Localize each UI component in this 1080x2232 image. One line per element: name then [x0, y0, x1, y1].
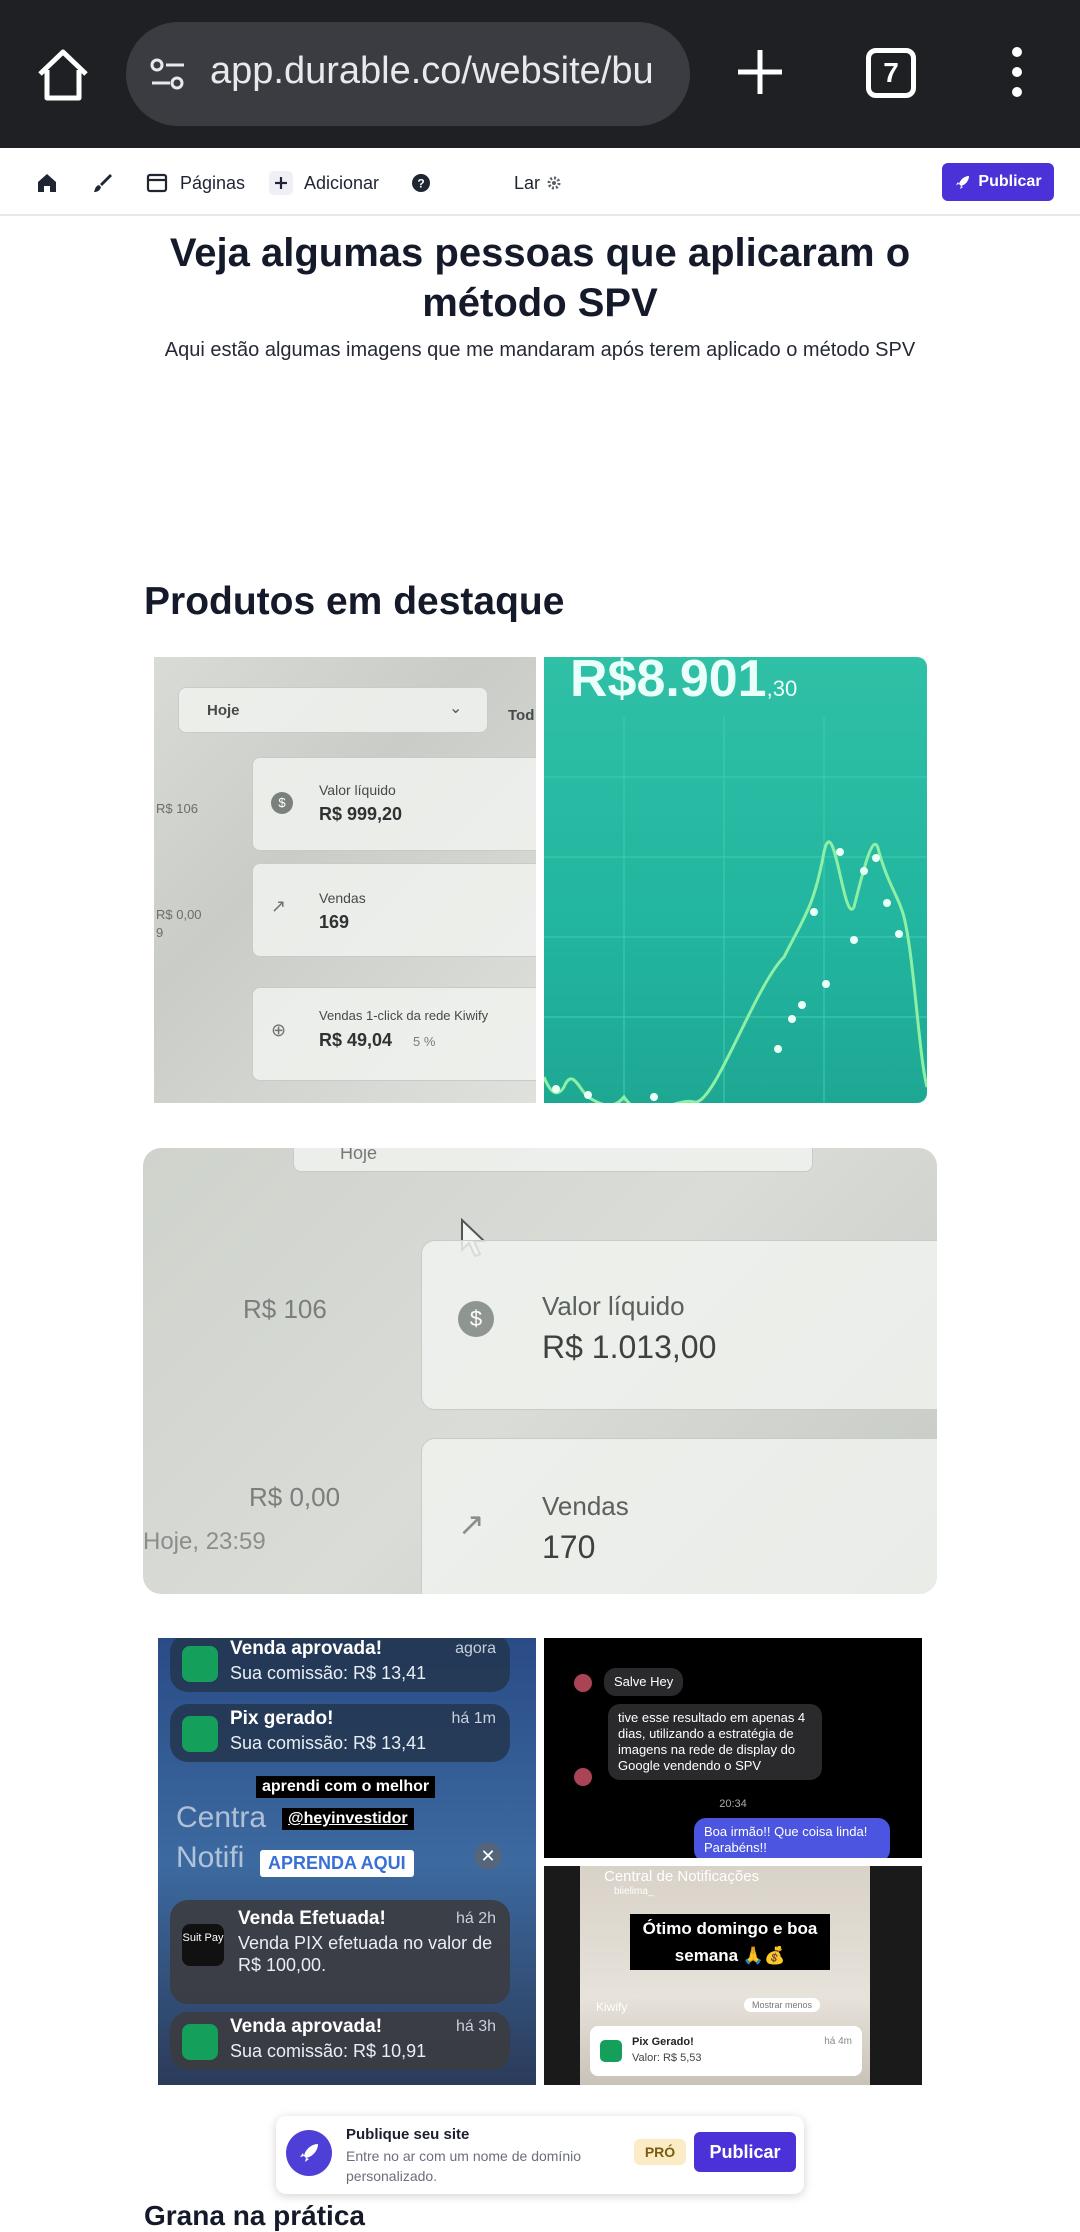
editor-toolbar: Páginas Adicionar ? Lar Publicar [0, 148, 1080, 216]
learn-here-sticker: APRENDA AQUI [260, 1850, 414, 1877]
add-button[interactable]: Adicionar [268, 166, 379, 200]
tab-switcher-button[interactable]: 7 [866, 48, 916, 98]
home-icon[interactable] [28, 40, 98, 110]
notification-2: Pix gerado! há 1m Sua comissão: R$ 13,41 [170, 1704, 510, 1762]
more-options-icon[interactable] [1000, 42, 1034, 102]
testimonial-photo-3[interactable]: Hoje R$ 106 R$ 0,00 Hoje, 23:59 $ Valor … [143, 1148, 937, 1594]
publish-site-banner: Publique seu site Entre no ar com um nom… [276, 2116, 804, 2194]
app-icon [600, 2040, 622, 2062]
trend-up-icon: ↗ [458, 1506, 485, 1542]
design-button[interactable] [90, 166, 116, 200]
net-value-card: $ Valor líquido R$ 999,20 [252, 757, 536, 851]
notification-4: Venda aprovada! há 3h Sua comissão: R$ 1… [170, 2012, 510, 2070]
pro-badge: PRÓ [634, 2139, 686, 2165]
browser-toolbar: app.durable.co/website/bu 7 [0, 0, 1080, 148]
home-button[interactable] [34, 166, 60, 200]
address-bar[interactable]: app.durable.co/website/bu [126, 22, 690, 126]
new-tab-icon[interactable] [730, 42, 790, 102]
avatar [574, 1674, 592, 1692]
oneclick-card: ⊕ Vendas 1-click da rede Kiwify R$ 49,04… [252, 987, 536, 1081]
date-dropdown: Hoje ⌄ [178, 687, 488, 733]
section-heading: Produtos em destaque [144, 580, 565, 623]
publish-button[interactable]: Publicar [942, 163, 1054, 201]
notification-1: Venda aprovada! agora Sua comissão: R$ 1… [170, 1638, 510, 1692]
testimonial-photo-4[interactable]: Venda aprovada! agora Sua comissão: R$ 1… [158, 1638, 536, 2085]
brush-icon [94, 174, 112, 192]
dropdown-strip: Hoje [293, 1148, 813, 1172]
help-button[interactable]: ? [408, 166, 434, 200]
sales-card: ↗ Vendas 169 [252, 863, 536, 957]
revenue-line-chart [544, 717, 927, 1103]
banner-title: Publique seu site [346, 2126, 470, 2143]
rocket-icon [956, 176, 970, 189]
page-subtitle: Aqui estão algumas imagens que me mandar… [164, 339, 916, 361]
avatar [574, 1768, 592, 1786]
page-icon [146, 173, 168, 193]
trend-up-icon: ↗ [271, 896, 287, 916]
close-icon: ✕ [474, 1842, 502, 1870]
app-icon [182, 1646, 218, 1682]
testimonial-photo-5[interactable]: Salve Hey tive esse resultado em apenas … [544, 1638, 922, 1858]
svg-text:?: ? [417, 177, 424, 191]
net-value-card-large: $ Valor líquido R$ 1.013,00 [421, 1240, 937, 1410]
testimonial-photo-2[interactable]: R$8.901,30 [544, 657, 927, 1103]
banner-publish-button[interactable]: Publicar [694, 2132, 796, 2172]
app-icon [182, 1716, 218, 1752]
dollar-icon: $ [458, 1301, 494, 1337]
url-text[interactable]: app.durable.co/website/bu [210, 50, 670, 100]
site-settings-icon[interactable] [146, 52, 190, 96]
rocket-icon [286, 2130, 332, 2176]
app-icon [182, 2024, 218, 2060]
suitpay-icon: Suit Pay [182, 1924, 224, 1966]
page-heading: Veja algumas pessoas que aplicaram o mét… [169, 231, 911, 325]
next-section-heading: Grana na prática [144, 2200, 365, 2231]
pix-notification: Pix Gerado! Valor: R$ 5,53 há 4m [590, 2026, 862, 2076]
dollar-icon: $ [271, 792, 293, 814]
testimonial-photo-1[interactable]: Hoje ⌄ Tod R$ 106 R$ 0,00 9 $ Valor líqu… [154, 657, 536, 1103]
sales-card-large: ↗ Vendas 170 [421, 1438, 937, 1594]
notification-3: Suit Pay Venda Efetuada! há 2h Venda PIX… [170, 1900, 510, 2004]
globe-icon: ⊕ [271, 1020, 287, 1040]
add-label: Adicionar [304, 172, 380, 193]
chevron-down-icon: ⌄ [449, 700, 463, 717]
current-page-label: Lar [514, 172, 541, 193]
testimonial-photo-6[interactable]: Central de Notificações biielima_ Ótimo … [544, 1866, 922, 2085]
gear-icon[interactable] [546, 175, 562, 191]
help-icon: ? [412, 174, 430, 192]
plus-icon [269, 171, 293, 195]
banner-text: Entre no ar com um nome de domínio perso… [346, 2148, 582, 2184]
house-icon [38, 174, 56, 192]
publish-label: Publicar [978, 173, 1042, 190]
pages-button[interactable]: Páginas [144, 166, 245, 200]
current-page-selector[interactable]: Lar [514, 166, 562, 200]
pages-label: Páginas [180, 172, 246, 193]
